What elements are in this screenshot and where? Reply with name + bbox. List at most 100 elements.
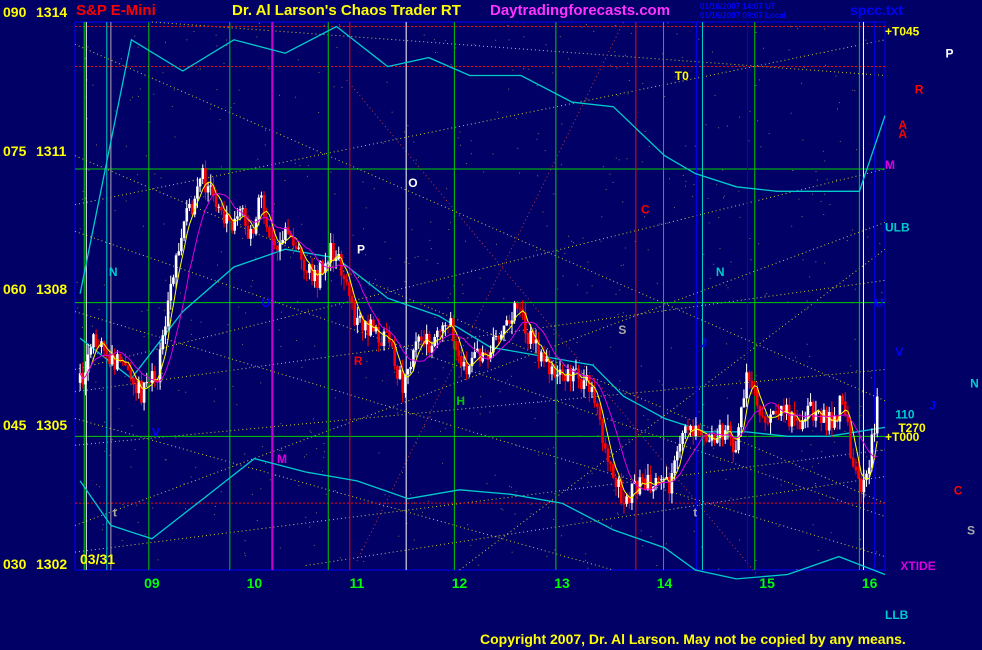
star-dot: [620, 264, 622, 266]
candle-body: [158, 349, 162, 383]
star-dot: [523, 68, 524, 70]
star-dot: [297, 59, 299, 61]
star-dot: [192, 259, 194, 261]
candle-body: [332, 243, 335, 261]
star-dot: [685, 180, 687, 182]
star-dot: [386, 81, 388, 83]
star-dot: [479, 277, 481, 279]
star-dot: [630, 32, 632, 34]
star-dot: [815, 261, 817, 263]
star-dot: [301, 223, 303, 225]
star-dot: [391, 111, 393, 113]
chart-title: Dr. Al Larson's Chaos Trader RT: [232, 2, 461, 19]
candle-body: [385, 331, 388, 333]
star-dot: [573, 242, 574, 244]
star-dot: [713, 263, 715, 265]
candle-body: [284, 227, 287, 240]
candle-body: [393, 346, 396, 366]
candle-body: [222, 210, 226, 224]
star-dot: [832, 497, 834, 499]
candle-body: [809, 401, 812, 406]
star-dot: [165, 279, 167, 281]
star-dot: [508, 88, 510, 90]
candle-body: [390, 342, 394, 347]
candle-body: [750, 380, 754, 389]
star-dot: [152, 507, 154, 509]
star-dot: [190, 196, 192, 198]
star-dot: [153, 93, 155, 95]
star-dot: [568, 235, 570, 237]
star-dot: [628, 80, 630, 81]
star-dot: [280, 311, 282, 313]
star-dot: [587, 261, 589, 263]
right-label-U: U: [875, 296, 884, 310]
star-dot: [430, 248, 432, 250]
diagonal-line-7: [74, 449, 886, 553]
star-dot: [778, 525, 780, 527]
star-dot: [76, 281, 78, 283]
candle-body: [721, 424, 724, 440]
star-dot: [217, 264, 218, 266]
info-line-1: 01/16/2007 14:07 UT: [700, 2, 776, 11]
candle-body: [622, 503, 626, 505]
x-tick-label: 10: [247, 575, 263, 591]
candle-body: [454, 341, 458, 351]
star-dot: [812, 193, 814, 195]
star-dot: [798, 198, 800, 200]
star-dot: [435, 52, 436, 53]
star-dot: [610, 65, 611, 67]
candle-body: [358, 315, 362, 318]
star-dot: [199, 68, 201, 70]
right-label-+T000: +T000: [885, 430, 920, 444]
candle-body: [630, 483, 634, 503]
y-tick-deg-1: 075: [3, 143, 27, 159]
star-dot: [821, 451, 823, 453]
star-dot: [137, 174, 139, 176]
star-dot: [650, 535, 652, 537]
star-dot: [824, 193, 826, 195]
star-dot: [257, 158, 259, 160]
star-dot: [852, 89, 854, 91]
candle-body: [540, 352, 543, 362]
candle-body: [105, 350, 109, 355]
candle-body: [188, 203, 191, 209]
right-label-110: 110: [895, 408, 915, 422]
plot-marker-S: S: [618, 323, 626, 337]
star-dot: [373, 188, 375, 190]
star-dot: [171, 106, 173, 107]
star-dot: [323, 451, 325, 453]
candle-body: [417, 336, 420, 342]
star-dot: [88, 169, 90, 171]
star-dot: [824, 160, 826, 162]
star-dot: [428, 500, 430, 502]
star-dot: [818, 462, 820, 464]
star-dot: [238, 89, 240, 91]
info-line-2: 01/16/2007 09:07 Local: [700, 11, 786, 20]
star-dot: [659, 223, 661, 225]
star-dot: [298, 485, 300, 487]
candle-body: [353, 302, 356, 325]
candle-body: [694, 425, 698, 437]
star-dot: [397, 412, 399, 414]
star-dot: [546, 225, 548, 227]
candle-body: [468, 366, 471, 375]
star-dot: [602, 166, 604, 168]
plot-marker-T0: T0: [675, 69, 689, 83]
star-dot: [422, 511, 423, 513]
star-dot: [256, 36, 258, 38]
right-label-ULB: ULB: [885, 220, 910, 234]
candle-body: [150, 371, 154, 384]
star-dot: [290, 256, 292, 258]
candle-body: [566, 369, 570, 381]
star-dot: [404, 281, 406, 282]
candle-body: [209, 185, 213, 187]
star-dot: [394, 371, 396, 373]
candle-body: [574, 368, 578, 370]
candle-body: [747, 372, 751, 381]
y-tick-deg-3: 045: [3, 417, 27, 433]
star-dot: [178, 389, 180, 391]
star-dot: [740, 328, 742, 329]
star-dot: [339, 557, 341, 559]
candle-body: [398, 369, 402, 379]
right-label-J: J: [929, 399, 936, 413]
